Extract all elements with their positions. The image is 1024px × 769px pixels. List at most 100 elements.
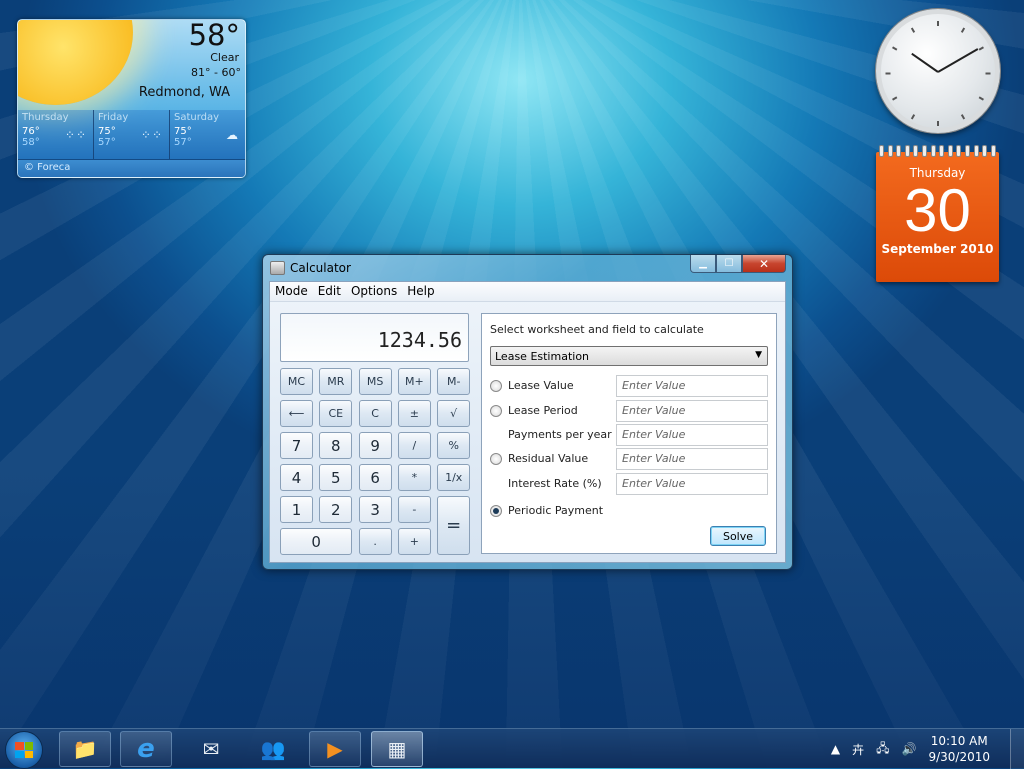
weather-city: Redmond, WA xyxy=(138,85,230,100)
worksheet-header: Select worksheet and field to calculate xyxy=(490,323,704,336)
taskbar-windows-explorer[interactable]: 📁 xyxy=(59,731,111,767)
field-radio[interactable] xyxy=(490,380,502,392)
taskbar-time: 10:10 AM xyxy=(930,734,988,748)
windows-live-messenger-icon: 👥 xyxy=(260,737,286,761)
sun-icon xyxy=(18,20,133,105)
taskbar-windows-media-player[interactable]: ▶ xyxy=(309,731,361,767)
show-desktop-button[interactable] xyxy=(1010,729,1024,769)
key-percent[interactable]: % xyxy=(437,432,471,459)
worksheet-select[interactable]: Lease Estimation ▼ xyxy=(490,346,768,366)
clock-tick xyxy=(892,96,898,101)
calendar-rings xyxy=(880,146,995,156)
worksheet-panel: Select worksheet and field to calculate … xyxy=(481,313,777,554)
key-mc[interactable]: MC xyxy=(280,368,313,395)
field-label: Lease Period xyxy=(508,404,578,417)
calendar-gadget[interactable]: Thursday 30 September 2010 xyxy=(876,146,999,282)
key-decimal[interactable]: . xyxy=(358,528,392,555)
forecast-day-name: Thursday xyxy=(22,112,69,123)
clock-tick xyxy=(910,114,916,120)
field-row: Residual Value Enter Value xyxy=(490,448,768,470)
key-0[interactable]: 0 xyxy=(280,528,353,555)
key-6[interactable]: 6 xyxy=(358,464,392,491)
hour-hand xyxy=(911,52,939,73)
field-input[interactable]: Enter Value xyxy=(616,400,768,422)
weather-credit[interactable]: © Foreca xyxy=(18,159,245,177)
windows-explorer-icon: 📁 xyxy=(72,737,98,761)
key-9[interactable]: 9 xyxy=(358,432,392,459)
field-input[interactable]: Enter Value xyxy=(616,473,768,495)
title-bar[interactable]: Calculator ▁ ☐ ✕ xyxy=(263,255,792,281)
field-input[interactable]: Enter Value xyxy=(616,448,768,470)
network-icon[interactable]: 🖧 xyxy=(876,739,889,760)
menu-options[interactable]: Options xyxy=(346,282,402,301)
key-sqrt[interactable]: √ xyxy=(437,400,471,427)
clock-tick xyxy=(978,46,984,51)
clock-tick xyxy=(960,114,966,120)
key-subtract[interactable]: - xyxy=(397,496,431,523)
key-equals[interactable]: = xyxy=(437,496,471,555)
calculator-icon: ▦ xyxy=(387,737,407,761)
field-radio[interactable] xyxy=(490,405,502,417)
key-reciprocal[interactable]: 1/x xyxy=(437,464,471,491)
field-label: Periodic Payment xyxy=(508,504,604,517)
solve-button[interactable]: Solve xyxy=(710,526,766,546)
menu-mode[interactable]: Mode xyxy=(270,282,313,301)
calculator-display: 1234.56 xyxy=(280,313,469,362)
key-negate[interactable]: ± xyxy=(397,400,431,427)
key-backspace[interactable]: ⟵ xyxy=(280,400,313,427)
clock-gadget[interactable] xyxy=(876,9,1000,133)
key-add[interactable]: + xyxy=(397,528,431,555)
calculator-app-icon[interactable] xyxy=(270,261,285,275)
menu-edit[interactable]: Edit xyxy=(313,282,346,301)
close-icon: ✕ xyxy=(758,256,770,271)
weather-gadget[interactable]: 58° Clear 81° - 60° Redmond, WA Thursday… xyxy=(17,19,246,178)
system-tray: ▲ 卉 🖧 🔊 10:10 AM 9/30/2010 xyxy=(831,729,990,769)
key-multiply[interactable]: * xyxy=(397,464,431,491)
key-divide[interactable]: / xyxy=(397,432,431,459)
maximize-icon: ☐ xyxy=(724,258,734,269)
field-input[interactable]: Enter Value xyxy=(616,375,768,397)
cloudy-icon: ☁ xyxy=(226,128,239,142)
taskbar-calculator[interactable]: ▦ xyxy=(371,731,423,767)
field-label: Payments per year xyxy=(508,428,612,441)
clock-tick xyxy=(937,21,939,26)
key-3[interactable]: 3 xyxy=(358,496,392,523)
taskbar-windows-live-mail[interactable]: ✉ xyxy=(185,731,237,767)
key-mminus[interactable]: M- xyxy=(437,368,471,395)
network-share-icon[interactable]: 卉 xyxy=(852,741,864,758)
menu-help[interactable]: Help xyxy=(402,282,439,301)
field-radio[interactable] xyxy=(490,453,502,465)
calculator-client: Mode Edit Options Help 1234.56 MC MR MS M+ M- ⟵ C… xyxy=(269,281,786,563)
volume-icon[interactable]: 🔊 xyxy=(902,742,917,756)
key-2[interactable]: 2 xyxy=(319,496,353,523)
key-c[interactable]: C xyxy=(358,400,392,427)
key-mr[interactable]: MR xyxy=(319,368,353,395)
maximize-button[interactable]: ☐ xyxy=(716,255,742,273)
close-button[interactable]: ✕ xyxy=(742,255,786,273)
key-4[interactable]: 4 xyxy=(280,464,313,491)
taskbar-clock[interactable]: 10:10 AM 9/30/2010 xyxy=(928,733,990,765)
clear-night-icon: ⁘⁘ xyxy=(64,128,87,142)
taskbar-windows-live-messenger[interactable]: 👥 xyxy=(247,731,299,767)
field-radio[interactable] xyxy=(490,505,502,517)
field-input[interactable]: Enter Value xyxy=(616,424,768,446)
windows-live-mail-icon: ✉ xyxy=(202,737,220,761)
taskbar-internet-explorer[interactable]: e xyxy=(120,731,172,767)
show-hidden-icons-icon[interactable]: ▲ xyxy=(831,742,840,756)
forecast-day-name: Saturday xyxy=(174,112,220,123)
key-8[interactable]: 8 xyxy=(319,432,353,459)
key-1[interactable]: 1 xyxy=(280,496,313,523)
key-mplus[interactable]: M+ xyxy=(397,368,431,395)
windows-logo-icon xyxy=(15,742,33,758)
forecast-day: Friday 75° 57° ⁘⁘ xyxy=(94,110,170,160)
field-row: Periodic Payment xyxy=(490,500,768,522)
clock-tick xyxy=(985,72,991,75)
chevron-down-icon: ▼ xyxy=(755,350,762,360)
key-7[interactable]: 7 xyxy=(280,432,313,459)
key-ce[interactable]: CE xyxy=(319,400,353,427)
forecast-day-name: Friday xyxy=(98,112,129,123)
key-5[interactable]: 5 xyxy=(319,464,353,491)
start-button[interactable] xyxy=(5,731,43,769)
minimize-button[interactable]: ▁ xyxy=(690,255,716,273)
key-ms[interactable]: MS xyxy=(358,368,392,395)
